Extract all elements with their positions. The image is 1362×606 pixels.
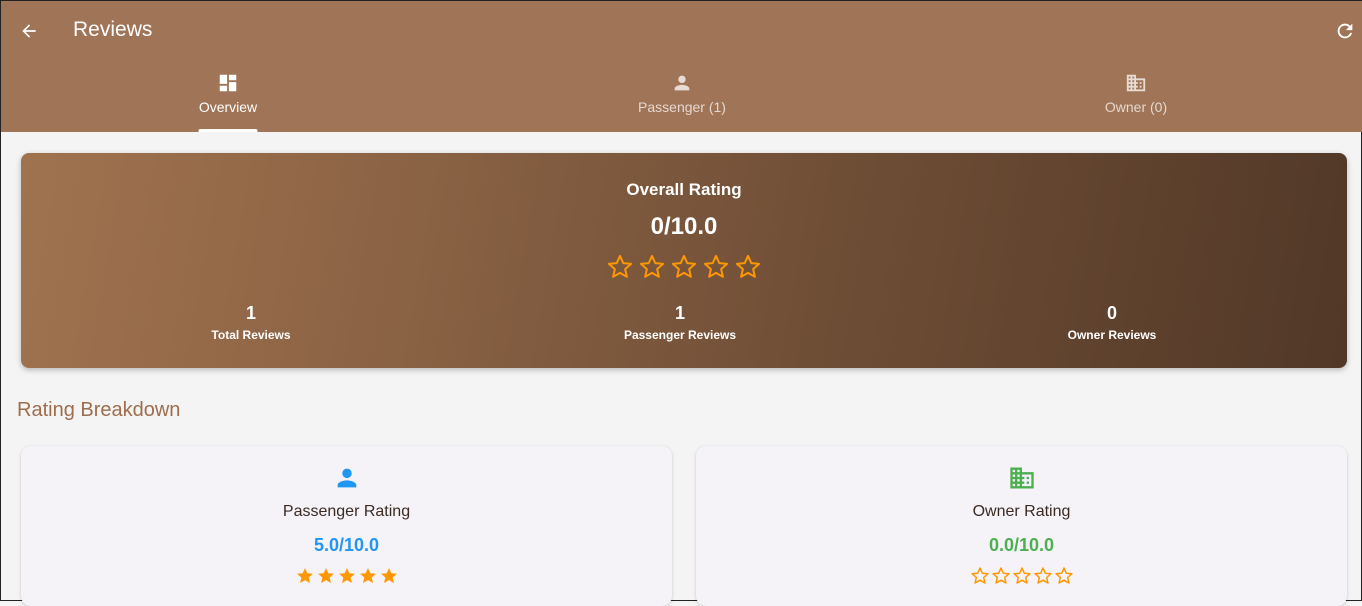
overall-rating-card: Overall Rating 0/10.0 1 Total Reviews 1 … [21, 153, 1347, 368]
person-icon [674, 75, 690, 91]
star-filled-icon [296, 568, 313, 583]
star-filled-icon [317, 568, 334, 583]
star-filled-icon [338, 568, 355, 583]
passenger-rating-stars [21, 566, 672, 586]
star-filled-icon [359, 568, 376, 583]
owner-rating-title: Owner Rating [972, 503, 1071, 520]
passenger-rating-title: Passenger Rating [282, 503, 411, 520]
overall-rating-title: Overall Rating [626, 180, 742, 199]
page-title: Reviews [73, 18, 153, 41]
stat-owner-reviews: 0 Owner Reviews [962, 303, 1262, 342]
business-icon [1126, 74, 1146, 92]
star-outline-icon [735, 254, 761, 278]
stat-label: Owner Reviews [1067, 328, 1157, 342]
passenger-rating-score: 5.0/10.0 [313, 535, 380, 555]
owner-rating-stars [696, 566, 1347, 586]
owner-rating-score: 0.0/10.0 [988, 535, 1055, 555]
star-outline-icon [1012, 567, 1031, 584]
tab-passenger-label: Passenger (1) [638, 99, 726, 115]
rating-breakdown-heading: Rating Breakdown [17, 399, 181, 421]
stat-passenger-reviews: 1 Passenger Reviews [530, 303, 830, 342]
stat-total-reviews: 1 Total Reviews [101, 303, 401, 342]
app-bar: Reviews Overview Passenger (1) Owner (0) [1, 1, 1362, 132]
tab-owner-label: Owner (0) [1104, 99, 1168, 115]
dashboard-icon [219, 74, 237, 92]
stat-value: 1 [245, 303, 256, 323]
tab-overview[interactable]: Overview [1, 71, 455, 132]
overall-rating-stars [21, 253, 1347, 281]
stat-value: 0 [1106, 303, 1117, 323]
stat-label: Total Reviews [211, 328, 291, 342]
star-outline-icon [991, 567, 1010, 584]
star-outline-icon [607, 254, 633, 278]
refresh-button[interactable] [1331, 17, 1359, 45]
star-outline-icon [703, 254, 729, 278]
business-icon [1009, 467, 1034, 489]
tab-owner[interactable]: Owner (0) [909, 71, 1362, 132]
overall-rating-score: 0/10.0 [650, 213, 718, 240]
tab-passenger[interactable]: Passenger (1) [455, 71, 909, 132]
star-outline-icon [970, 567, 989, 584]
passenger-rating-card: Passenger Rating 5.0/10.0 [21, 446, 672, 606]
tab-overview-label: Overview [198, 99, 258, 115]
star-outline-icon [671, 254, 697, 278]
refresh-icon [1337, 23, 1353, 39]
star-filled-icon [380, 568, 397, 583]
stat-value: 1 [674, 303, 685, 323]
stat-label: Passenger Reviews [623, 328, 737, 342]
star-outline-icon [1033, 567, 1052, 584]
star-outline-icon [1054, 567, 1073, 584]
arrow-left-icon [22, 24, 36, 38]
back-button[interactable] [15, 17, 43, 45]
star-outline-icon [639, 254, 665, 278]
person-icon [337, 468, 356, 488]
tab-indicator [198, 129, 258, 132]
owner-rating-card: Owner Rating 0.0/10.0 [696, 446, 1347, 606]
